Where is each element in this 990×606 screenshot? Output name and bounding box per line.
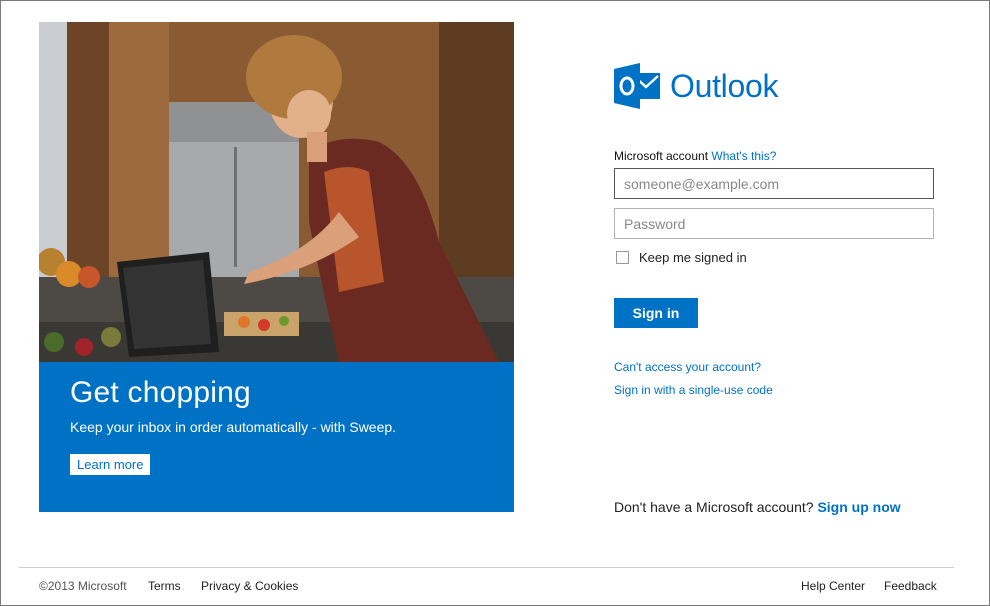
- promo-hero: Get chopping Keep your inbox in order au…: [39, 22, 514, 512]
- outlook-logo-icon: [614, 63, 660, 109]
- promo-banner: Get chopping Keep your inbox in order au…: [39, 362, 514, 512]
- help-center-link[interactable]: Help Center: [801, 579, 865, 593]
- sign-in-button[interactable]: Sign in: [614, 298, 698, 328]
- no-account-text: Don't have a Microsoft account?: [614, 499, 814, 515]
- keep-signed-in[interactable]: Keep me signed in: [614, 250, 747, 265]
- cant-access-link[interactable]: Can't access your account?: [614, 360, 761, 374]
- email-field[interactable]: [614, 168, 934, 199]
- promo-photo: [39, 22, 514, 362]
- signup-row: Don't have a Microsoft account? Sign up …: [614, 499, 901, 515]
- single-use-code-link[interactable]: Sign in with a single-use code: [614, 383, 773, 397]
- sign-up-link[interactable]: Sign up now: [817, 499, 900, 515]
- outlook-logo: Outlook: [614, 62, 778, 110]
- promo-subtitle: Keep your inbox in order automatically -…: [70, 419, 397, 435]
- kitchen-photo-illustration: [39, 22, 514, 362]
- copyright: ©2013 Microsoft: [39, 579, 127, 593]
- whats-this-link[interactable]: What's this?: [711, 149, 776, 163]
- keep-signed-in-checkbox[interactable]: [616, 251, 629, 264]
- account-label-text: Microsoft account: [614, 149, 709, 163]
- keep-signed-in-label: Keep me signed in: [639, 250, 747, 265]
- logo-text: Outlook: [670, 67, 779, 104]
- terms-link[interactable]: Terms: [148, 579, 181, 593]
- account-label: Microsoft account What's this?: [614, 149, 776, 163]
- feedback-link[interactable]: Feedback: [884, 579, 937, 593]
- learn-more-button[interactable]: Learn more: [70, 454, 151, 475]
- password-field[interactable]: [614, 208, 934, 239]
- privacy-link[interactable]: Privacy & Cookies: [201, 579, 298, 593]
- footer-divider: [19, 567, 954, 568]
- promo-title: Get chopping: [70, 376, 251, 409]
